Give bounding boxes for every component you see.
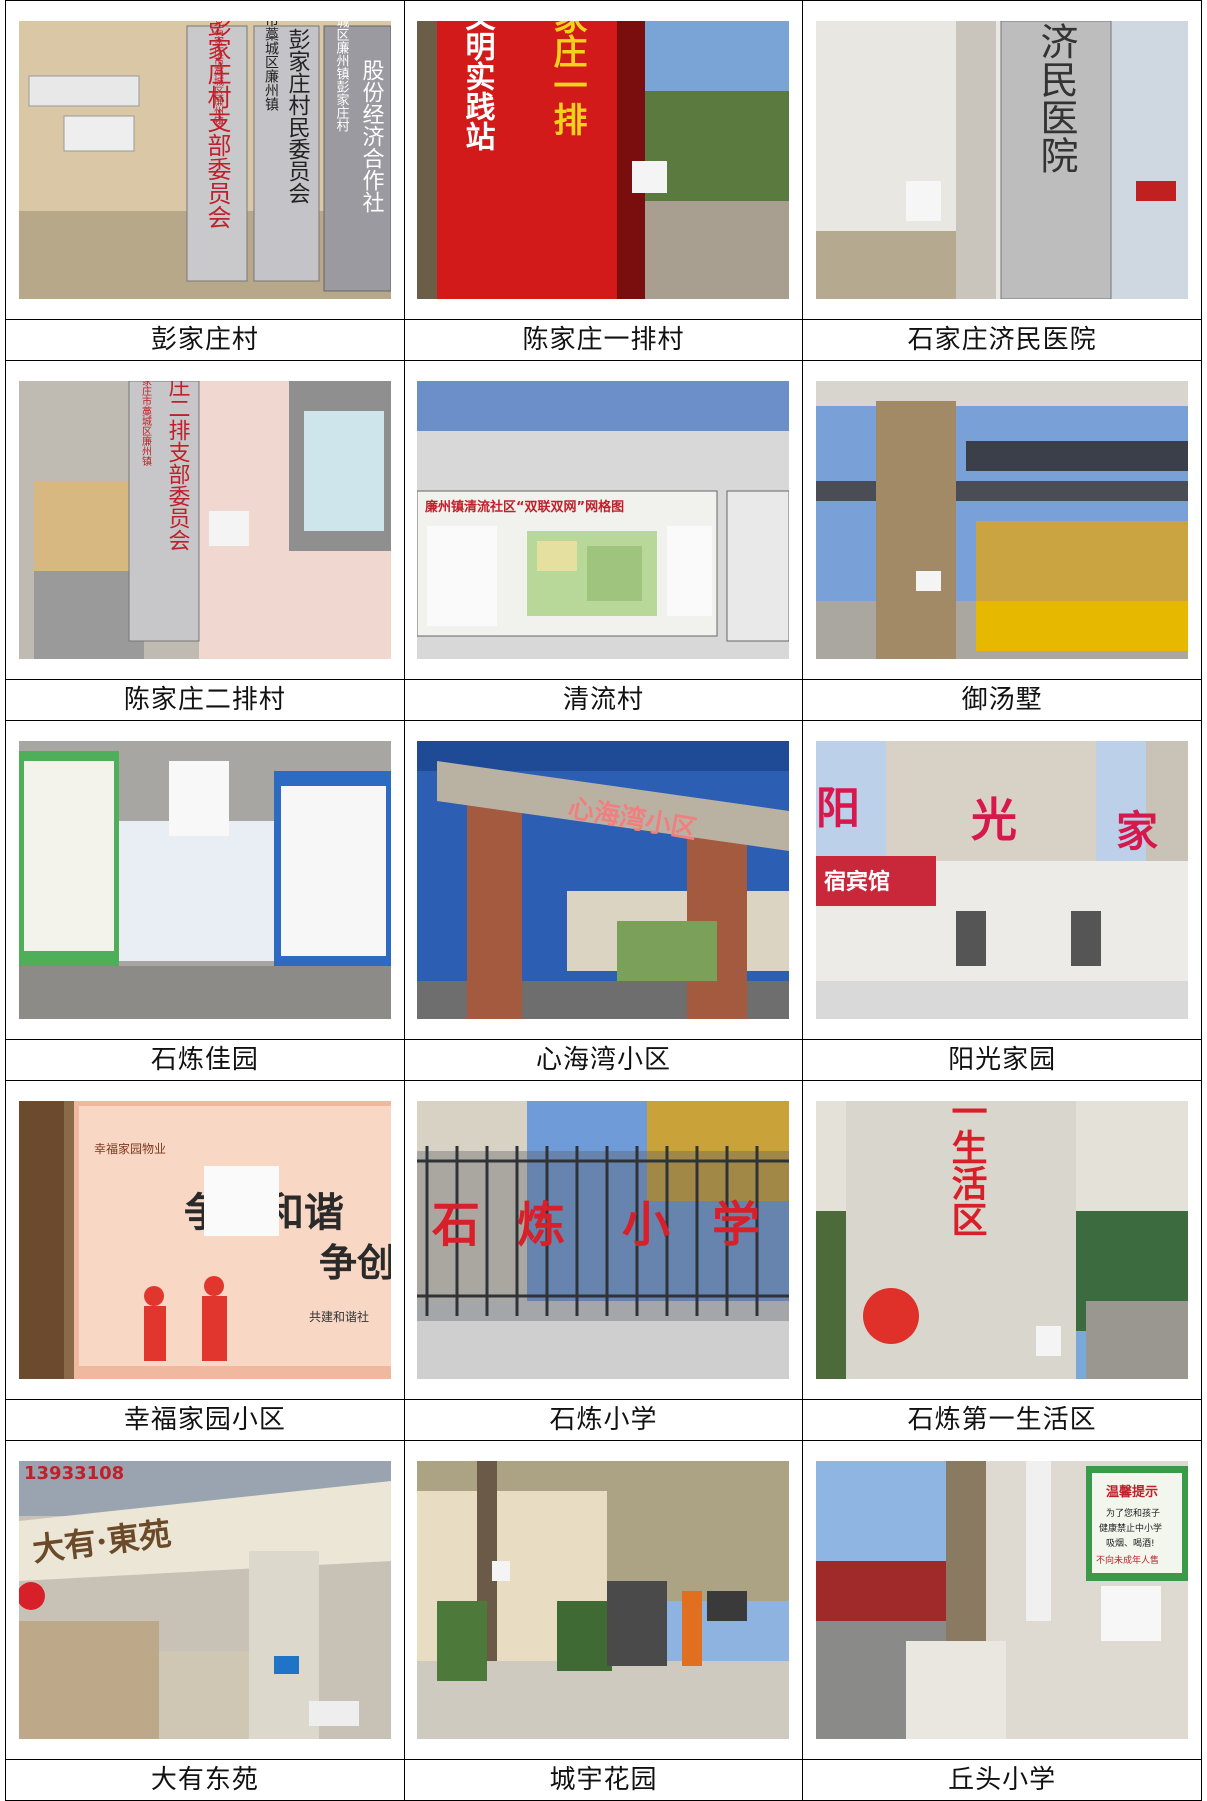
caption-row: 陈家庄二排村 清流村 御汤墅 xyxy=(5,679,1202,721)
photo-cell: 廉州镇清流社区“双联双网”网格图 xyxy=(403,360,804,680)
svg-text:为了您和孩子: 为了您和孩子 xyxy=(1106,1507,1160,1519)
photo-chengyu-garden xyxy=(417,1461,790,1739)
photo-row: 幸福家园物业 争创和谐 争创 共建和谐社 xyxy=(5,1080,1202,1400)
photo-cell xyxy=(802,360,1202,680)
svg-text:陈家庄一排: 陈家庄一排 xyxy=(547,21,587,136)
svg-text:幸福家园物业: 幸福家园物业 xyxy=(94,1141,166,1156)
caption-row: 石炼佳园 心海湾小区 阳光家园 xyxy=(5,1039,1202,1081)
photo-cell: 宿宾馆 阳 光 家 xyxy=(802,720,1202,1040)
photo-caption: 彭家庄村 xyxy=(5,319,405,361)
photo-caption: 清流村 xyxy=(403,679,804,721)
svg-text:石家庄市藁城区廉州镇: 石家庄市藁城区廉州镇 xyxy=(263,21,279,111)
svg-text:石: 石 xyxy=(432,1197,480,1253)
photo-cell: 新时代文明实践站 陈家庄一排 xyxy=(403,0,804,320)
photo-qiutou-school: 温馨提示 为了您和孩子 健康禁止中小学 吸烟、喝酒! 不向未成年人售 xyxy=(816,1461,1189,1739)
photo-shilian-school: 石 炼 小 学 xyxy=(417,1101,790,1379)
svg-text:中国共产党石家庄市藁城区廉州镇: 中国共产党石家庄市藁城区廉州镇 xyxy=(139,381,151,467)
photo-shilian-jiayuan xyxy=(18,741,391,1019)
svg-text:宿宾馆: 宿宾馆 xyxy=(824,869,890,895)
photo-cell xyxy=(403,1440,804,1760)
photo-cell: 温馨提示 为了您和孩子 健康禁止中小学 吸烟、喝酒! 不向未成年人售 xyxy=(802,1440,1202,1760)
svg-text:石炼第一生活区: 石炼第一生活区 xyxy=(946,1101,988,1237)
svg-text:阳: 阳 xyxy=(816,783,860,834)
photo-cell: 石家庄济民医院 xyxy=(802,0,1202,320)
photo-yutangshu xyxy=(816,381,1189,659)
svg-text:健康禁止中小学: 健康禁止中小学 xyxy=(1099,1522,1162,1534)
photo-qingliu: 廉州镇清流社区“双联双网”网格图 xyxy=(417,381,790,659)
svg-text:陈家庄二排支部委员会: 陈家庄二排支部委员会 xyxy=(164,381,190,551)
photo-chenjiazhuang-1: 新时代文明实践站 陈家庄一排 xyxy=(417,21,790,299)
caption-row: 大有东苑 城宇花园 丘头小学 xyxy=(5,1759,1202,1801)
photo-row: 13933108 大有·東苑 温馨提示 为了您和孩子 健康禁止中小学 吸烟、喝酒… xyxy=(5,1440,1202,1760)
caption-row: 幸福家园小区 石炼小学 石炼第一生活区 xyxy=(5,1399,1202,1441)
photo-row: 心海湾小区 宿宾馆 阳 光 家 xyxy=(5,720,1202,1040)
photo-caption: 城宇花园 xyxy=(403,1759,804,1801)
photo-xingfu-jiayuan: 幸福家园物业 争创和谐 争创 共建和谐社 xyxy=(18,1101,391,1379)
svg-text:小: 小 xyxy=(622,1197,670,1253)
photo-dayou-dongyuan: 13933108 大有·東苑 xyxy=(18,1461,391,1739)
svg-text:石家庄市藁城区廉州镇彭家庄村: 石家庄市藁城区廉州镇彭家庄村 xyxy=(333,21,349,132)
svg-text:争创: 争创 xyxy=(319,1241,391,1285)
svg-text:吸烟、喝酒!: 吸烟、喝酒! xyxy=(1106,1537,1155,1549)
svg-text:学: 学 xyxy=(712,1197,760,1253)
svg-text:彭家庄村支部委员会: 彭家庄村支部委员会 xyxy=(203,21,231,229)
svg-text:家: 家 xyxy=(1116,807,1158,856)
photo-cell: 13933108 大有·東苑 xyxy=(5,1440,405,1760)
photo-shilian-living-area: 石炼第一生活区 xyxy=(816,1101,1189,1379)
photo-grid-table: 中国共产党石家庄市藁城区廉州镇 彭家庄村支部委员会 石家庄市藁城区廉州镇 彭家庄… xyxy=(5,0,1202,1801)
svg-text:廉州镇清流社区“双联双网”网格图: 廉州镇清流社区“双联双网”网格图 xyxy=(425,499,624,515)
photo-caption: 石炼第一生活区 xyxy=(802,1399,1202,1441)
photo-cell: 幸福家园物业 争创和谐 争创 共建和谐社 xyxy=(5,1080,405,1400)
photo-row: 中国共产党石家庄市藁城区廉州镇 陈家庄二排支部委员会 廉州镇清流社区“双联双网”… xyxy=(5,360,1202,680)
photo-jimin-hospital: 石家庄济民医院 xyxy=(816,21,1189,299)
photo-caption: 陈家庄二排村 xyxy=(5,679,405,721)
photo-caption: 心海湾小区 xyxy=(403,1039,804,1081)
photo-cell: 中国共产党石家庄市藁城区廉州镇 陈家庄二排支部委员会 xyxy=(5,360,405,680)
photo-caption: 石炼佳园 xyxy=(5,1039,405,1081)
photo-cell: 中国共产党石家庄市藁城区廉州镇 彭家庄村支部委员会 石家庄市藁城区廉州镇 彭家庄… xyxy=(5,0,405,320)
svg-text:温馨提示: 温馨提示 xyxy=(1106,1484,1158,1500)
photo-caption: 陈家庄一排村 xyxy=(403,319,804,361)
photo-caption: 石家庄济民医院 xyxy=(802,319,1202,361)
photo-caption: 御汤墅 xyxy=(802,679,1202,721)
photo-cell: 石 炼 小 学 xyxy=(403,1080,804,1400)
svg-text:石家庄济民医院: 石家庄济民医院 xyxy=(1034,21,1078,174)
photo-pengjiazhuang: 中国共产党石家庄市藁城区廉州镇 彭家庄村支部委员会 石家庄市藁城区廉州镇 彭家庄… xyxy=(18,21,391,299)
svg-text:股份经济合作社: 股份经济合作社 xyxy=(358,59,384,213)
svg-text:新时代文明实践站: 新时代文明实践站 xyxy=(460,21,497,151)
photo-caption: 丘头小学 xyxy=(802,1759,1202,1801)
photo-caption: 大有东苑 xyxy=(5,1759,405,1801)
photo-caption: 石炼小学 xyxy=(403,1399,804,1441)
svg-text:不向未成年人售: 不向未成年人售 xyxy=(1096,1554,1159,1566)
photo-chenjiazhuang-2: 中国共产党石家庄市藁城区廉州镇 陈家庄二排支部委员会 xyxy=(18,381,391,659)
svg-text:光: 光 xyxy=(971,793,1017,847)
photo-yangguang-jiayuan: 宿宾馆 阳 光 家 xyxy=(816,741,1189,1019)
photo-caption: 阳光家园 xyxy=(802,1039,1202,1081)
svg-text:共建和谐社: 共建和谐社 xyxy=(309,1309,369,1324)
photo-cell: 心海湾小区 xyxy=(403,720,804,1040)
svg-text:彭家庄村民委员会: 彭家庄村民委员会 xyxy=(284,28,310,204)
caption-row: 彭家庄村 陈家庄一排村 石家庄济民医院 xyxy=(5,319,1202,361)
photo-caption: 幸福家园小区 xyxy=(5,1399,405,1441)
photo-row: 中国共产党石家庄市藁城区廉州镇 彭家庄村支部委员会 石家庄市藁城区廉州镇 彭家庄… xyxy=(5,0,1202,320)
photo-cell xyxy=(5,720,405,1040)
photo-cell: 石炼第一生活区 xyxy=(802,1080,1202,1400)
photo-xinhaiwan: 心海湾小区 xyxy=(417,741,790,1019)
svg-text:炼: 炼 xyxy=(517,1197,565,1253)
svg-text:13933108: 13933108 xyxy=(24,1463,124,1484)
